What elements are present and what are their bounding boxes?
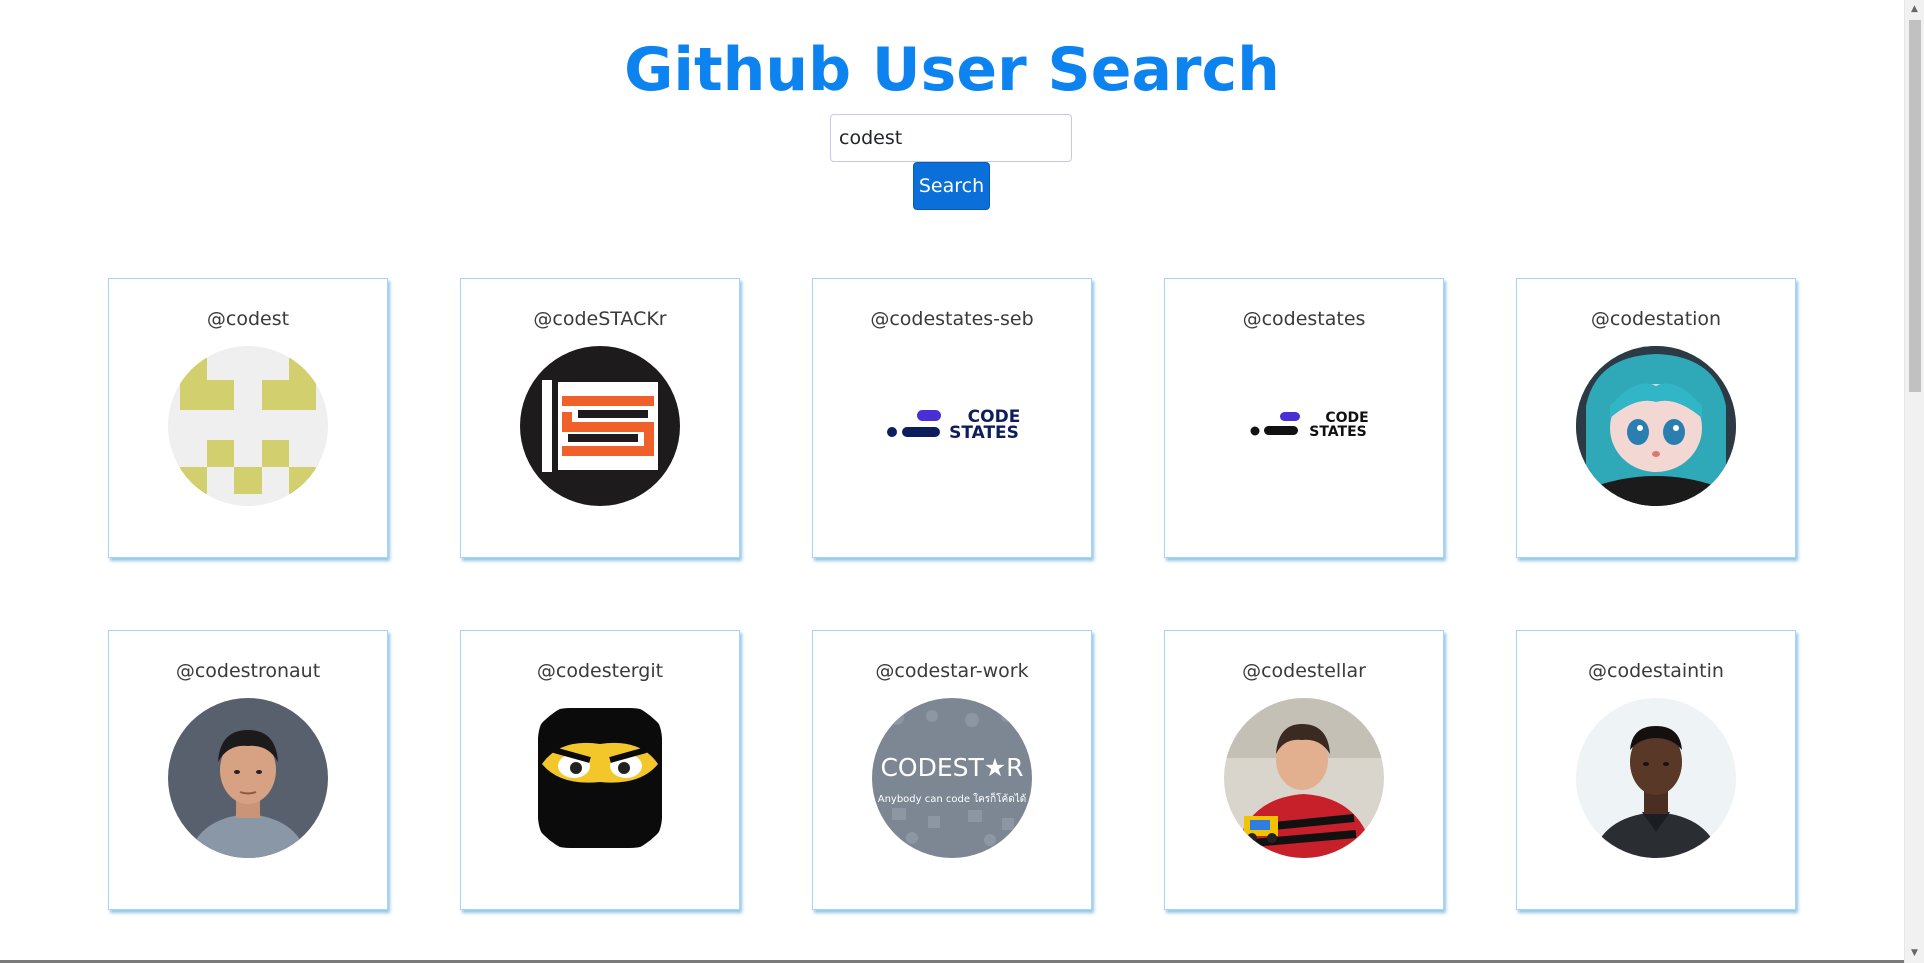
vertical-scrollbar[interactable]: ▲ ▼ <box>1904 0 1924 963</box>
user-login: @codestergit <box>536 660 664 682</box>
stack-logo-avatar <box>520 346 680 506</box>
user-login: @codeSTACKr <box>533 308 667 330</box>
search-input[interactable] <box>830 114 1072 162</box>
user-results-grid: @codest @codeSTACKr @codestates-seb CODE… <box>108 278 1798 910</box>
user-login: @codestronaut <box>175 660 321 682</box>
user-login: @codestaintin <box>1588 660 1724 682</box>
user-login: @codest <box>206 308 290 330</box>
user-login: @codestates <box>1242 308 1366 330</box>
user-login: @codestar-work <box>875 660 1029 682</box>
user-card[interactable]: @codest <box>108 278 388 558</box>
scroll-up-arrow-icon[interactable]: ▲ <box>1905 1 1924 18</box>
svg-text:Anybody can code ใครก็โค้ดได้: Anybody can code ใครก็โค้ดได้ <box>878 791 1027 805</box>
child-photo-avatar <box>1224 698 1384 858</box>
user-card[interactable]: @codeSTACKr <box>460 278 740 558</box>
person-photo-avatar <box>1576 698 1736 858</box>
page-title: Github User Search <box>624 35 1280 105</box>
scrollbar-thumb[interactable] <box>1909 20 1921 392</box>
user-login: @codestates-seb <box>870 308 1034 330</box>
user-card[interactable]: @codestronaut <box>108 630 388 910</box>
user-card[interactable]: @codestergit <box>460 630 740 910</box>
user-login: @codestellar <box>1242 660 1366 682</box>
svg-text:STATES: STATES <box>1309 424 1367 440</box>
scroll-down-arrow-icon[interactable]: ▼ <box>1905 945 1924 962</box>
user-card[interactable]: @codestellar <box>1164 630 1444 910</box>
ninja-mask-avatar <box>520 698 680 858</box>
person-photo-avatar <box>168 698 328 858</box>
user-card[interactable]: @codestation <box>1516 278 1796 558</box>
user-card[interactable]: @codestates-seb CODE STATES <box>812 278 1092 558</box>
user-card[interactable]: @codestar-work CODEST★R Anybody can code… <box>812 630 1092 910</box>
codestar-logo-avatar: CODEST★R Anybody can code ใครก็โค้ดได้ <box>872 698 1032 858</box>
codestates-logo-avatar: CODE STATES <box>872 346 1032 506</box>
user-login: @codestation <box>1590 308 1722 330</box>
identicon-avatar <box>168 346 328 506</box>
page: Github User Search Search @codest <box>0 0 1904 963</box>
codestates-logo-avatar: CODE STATES <box>1224 346 1384 506</box>
user-card[interactable]: @codestates CODE STATES <box>1164 278 1444 558</box>
svg-text:STATES: STATES <box>949 423 1019 443</box>
svg-text:CODEST★R: CODEST★R <box>880 753 1023 782</box>
anime-character-avatar <box>1576 346 1736 506</box>
user-card[interactable]: @codestaintin <box>1516 630 1796 910</box>
search-button[interactable]: Search <box>913 162 990 210</box>
